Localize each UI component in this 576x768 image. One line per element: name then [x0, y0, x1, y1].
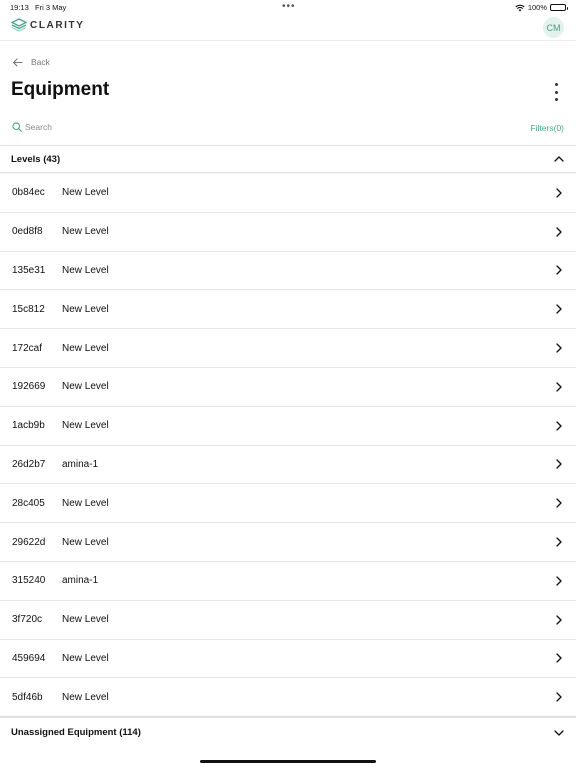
level-code: 26d2b7: [12, 458, 46, 470]
chevron-right-icon: [556, 421, 562, 431]
chevron-right-icon: [556, 498, 562, 508]
level-name: New Level: [62, 652, 109, 664]
more-options-button[interactable]: [553, 83, 559, 101]
level-name: New Level: [62, 342, 109, 354]
level-code: 0b84ec: [12, 187, 45, 199]
battery-percent: 100%: [527, 3, 547, 12]
levels-section-header[interactable]: Levels (43): [0, 145, 576, 173]
level-name: New Level: [62, 187, 109, 199]
wifi-icon: [515, 4, 525, 11]
chevron-right-icon: [556, 304, 562, 314]
multitasking-dots-icon[interactable]: •••: [282, 1, 296, 12]
chevron-right-icon: [556, 265, 562, 276]
level-code: 3f720c: [12, 614, 43, 626]
chevron-down-icon: [554, 729, 564, 736]
list-item[interactable]: 5df46b New Level: [0, 678, 576, 718]
level-name: New Level: [62, 497, 109, 509]
level-name: amina-1: [62, 575, 99, 587]
list-item[interactable]: 459694 New Level: [0, 640, 576, 679]
chevron-right-icon: [556, 653, 562, 664]
level-code: 192669: [12, 381, 46, 393]
app-header: CLARITY CM: [0, 14, 576, 41]
level-code: 28c405: [12, 497, 45, 509]
avatar[interactable]: CM: [543, 17, 564, 38]
status-right: 100%: [515, 3, 568, 12]
battery-icon: [550, 4, 568, 11]
level-name: New Level: [62, 381, 109, 393]
unassigned-section-header[interactable]: Unassigned Equipment (114): [0, 717, 576, 747]
level-name: New Level: [62, 614, 109, 626]
list-item[interactable]: 1acb9b New Level: [0, 407, 576, 446]
chevron-right-icon: [556, 576, 562, 586]
status-time: 19:13 Fri 3 May: [10, 3, 67, 12]
status-bar: 19:13 Fri 3 May ••• 100%: [0, 0, 576, 14]
levels-list: 0b84ec New Level 0ed8f8 New Level 135e31…: [0, 174, 576, 718]
level-code: 172caf: [12, 342, 43, 354]
arrow-left-icon: [12, 57, 23, 67]
chevron-right-icon: [556, 692, 562, 702]
level-name: New Level: [62, 420, 109, 432]
logo[interactable]: CLARITY: [11, 18, 85, 32]
chevron-right-icon: [556, 382, 562, 392]
level-name: New Level: [62, 264, 109, 276]
level-code: 315240: [12, 575, 46, 587]
list-item[interactable]: 172caf New Level: [0, 329, 576, 368]
chevron-right-icon: [556, 343, 562, 353]
unassigned-header-label: Unassigned Equipment (114): [11, 727, 141, 738]
list-item[interactable]: 28c405 New Level: [0, 484, 576, 524]
level-code: 135e31: [12, 264, 46, 276]
list-item[interactable]: 192669 New Level: [0, 368, 576, 407]
back-label: Back: [31, 57, 50, 67]
level-name: New Level: [62, 536, 109, 548]
page-title: Equipment: [11, 79, 110, 100]
list-item[interactable]: 26d2b7 amina-1: [0, 446, 576, 485]
level-name: New Level: [62, 303, 109, 315]
level-code: 0ed8f8: [12, 226, 43, 238]
chevron-right-icon: [556, 227, 562, 237]
more-dot: [554, 83, 558, 86]
level-code: 459694: [12, 652, 46, 664]
logo-text: CLARITY: [30, 19, 85, 31]
list-item[interactable]: 3f720c New Level: [0, 601, 576, 640]
filters-button[interactable]: Filters(0): [530, 123, 564, 133]
back-button[interactable]: Back: [12, 57, 50, 67]
list-item[interactable]: 315240 amina-1: [0, 562, 576, 601]
level-name: New Level: [62, 226, 109, 238]
level-name: amina-1: [62, 458, 99, 470]
level-name: New Level: [62, 691, 109, 703]
level-code: 15c812: [12, 303, 45, 315]
chevron-right-icon: [556, 188, 562, 198]
level-code: 29622d: [12, 536, 46, 548]
search-input[interactable]: Search: [12, 122, 52, 132]
list-item[interactable]: 15c812 New Level: [0, 290, 576, 330]
list-item[interactable]: 0ed8f8 New Level: [0, 213, 576, 252]
list-item[interactable]: 29622d New Level: [0, 523, 576, 562]
levels-header-label: Levels (43): [11, 153, 61, 165]
search-placeholder: Search: [25, 122, 52, 132]
chevron-up-icon: [554, 156, 564, 162]
chevron-right-icon: [556, 615, 562, 625]
clarity-logo-icon: [11, 18, 27, 32]
level-code: 5df46b: [12, 691, 43, 703]
home-indicator[interactable]: [200, 760, 376, 763]
more-dot: [554, 98, 558, 101]
level-code: 1acb9b: [12, 420, 45, 432]
chevron-right-icon: [556, 537, 562, 547]
more-dot: [554, 90, 558, 94]
chevron-right-icon: [556, 459, 562, 470]
list-item[interactable]: 135e31 New Level: [0, 252, 576, 291]
search-icon: [12, 122, 22, 132]
list-item[interactable]: 0b84ec New Level: [0, 174, 576, 213]
